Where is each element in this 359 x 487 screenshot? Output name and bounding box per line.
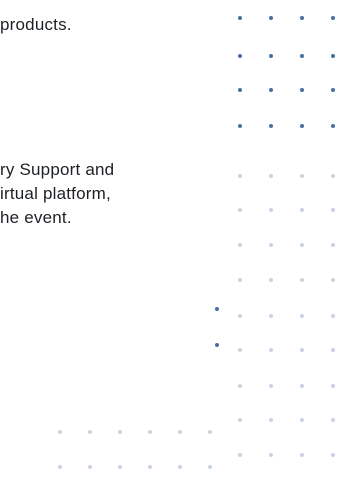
pattern-dot	[300, 88, 304, 92]
pattern-dot	[300, 418, 304, 422]
pattern-dot	[238, 278, 242, 282]
pattern-dot	[300, 243, 304, 247]
pattern-dot	[331, 88, 335, 92]
pattern-dot	[148, 430, 152, 434]
pattern-dot	[269, 453, 273, 457]
pattern-dot	[238, 208, 242, 212]
pattern-dot	[331, 54, 335, 58]
pattern-dot	[300, 124, 304, 128]
pattern-dot	[269, 88, 273, 92]
body-text-line-4: he event.	[0, 208, 72, 227]
pattern-dot	[300, 314, 304, 318]
pattern-dot	[331, 314, 335, 318]
pattern-dot	[331, 16, 335, 20]
page-fragment: products. ry Support and irtual platform…	[0, 0, 359, 487]
pattern-dot	[331, 208, 335, 212]
pattern-dot	[238, 243, 242, 247]
pattern-dot	[208, 430, 212, 434]
body-text-line-2: ry Support and	[0, 160, 115, 179]
pattern-dot	[269, 54, 273, 58]
pattern-dot	[208, 465, 212, 469]
pattern-dot	[88, 430, 92, 434]
pattern-dot	[178, 465, 182, 469]
pattern-dot	[238, 88, 242, 92]
pattern-dot	[238, 384, 242, 388]
pattern-dot	[331, 124, 335, 128]
pattern-dot	[331, 453, 335, 457]
pattern-dot	[238, 314, 242, 318]
pattern-dot	[269, 314, 273, 318]
pattern-dot	[331, 278, 335, 282]
pattern-dot	[238, 54, 242, 58]
pattern-dot	[238, 348, 242, 352]
pattern-dot	[215, 343, 219, 347]
pattern-dot	[148, 465, 152, 469]
pattern-dot	[269, 124, 273, 128]
pattern-dot	[58, 465, 62, 469]
pattern-dot	[300, 208, 304, 212]
pattern-dot	[300, 16, 304, 20]
pattern-dot	[331, 243, 335, 247]
pattern-dot	[58, 430, 62, 434]
pattern-dot	[300, 54, 304, 58]
body-text-line-1: products.	[0, 15, 72, 34]
pattern-dot	[269, 243, 273, 247]
pattern-dot	[300, 278, 304, 282]
pattern-dot	[238, 418, 242, 422]
pattern-dot	[269, 384, 273, 388]
pattern-dot	[300, 348, 304, 352]
pattern-dot	[331, 174, 335, 178]
pattern-dot	[269, 418, 273, 422]
pattern-dot	[238, 174, 242, 178]
pattern-dot	[300, 174, 304, 178]
pattern-dot	[300, 453, 304, 457]
pattern-dot	[215, 307, 219, 311]
pattern-dot	[269, 278, 273, 282]
pattern-dot	[269, 16, 273, 20]
pattern-dot	[88, 465, 92, 469]
pattern-dot	[238, 453, 242, 457]
pattern-dot	[118, 430, 122, 434]
body-text-line-3: irtual platform,	[0, 184, 111, 203]
pattern-dot	[269, 208, 273, 212]
pattern-dot	[269, 348, 273, 352]
pattern-dot	[238, 16, 242, 20]
pattern-dot	[331, 384, 335, 388]
pattern-dot	[300, 384, 304, 388]
pattern-dot	[118, 465, 122, 469]
pattern-dot	[238, 124, 242, 128]
pattern-dot	[331, 348, 335, 352]
pattern-dot	[178, 430, 182, 434]
pattern-dot	[331, 418, 335, 422]
pattern-dot	[269, 174, 273, 178]
